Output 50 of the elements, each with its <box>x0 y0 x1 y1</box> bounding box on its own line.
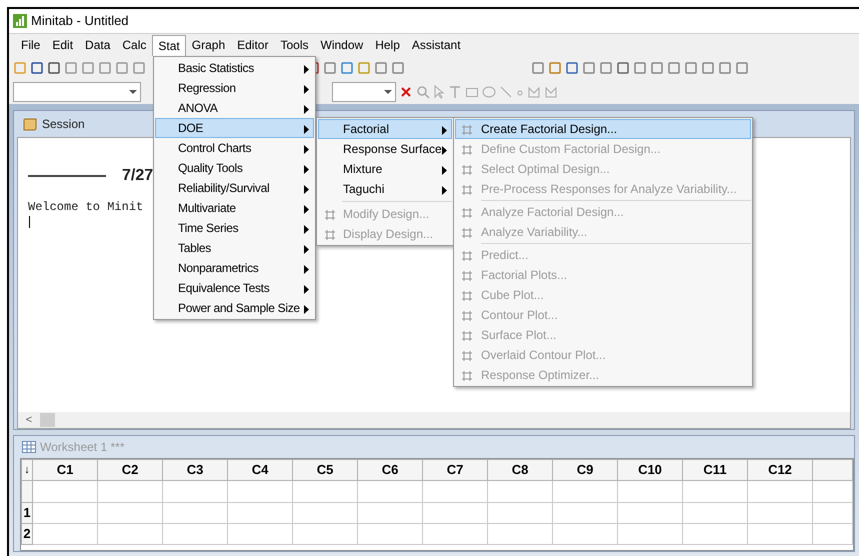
menu-item[interactable]: Basic Statistics <box>155 58 314 78</box>
menu-item[interactable]: DOE <box>155 118 314 138</box>
session-date: 7/27 <box>122 166 154 186</box>
menu-item[interactable]: Regression <box>155 78 314 98</box>
column-header[interactable]: C1 <box>32 460 98 480</box>
window-title: Minitab - Untitled <box>31 12 129 30</box>
session-title: Session <box>42 116 85 133</box>
menu-item[interactable]: Time Series <box>155 218 314 238</box>
row-header[interactable]: 2 <box>22 524 32 544</box>
menu-item[interactable]: Power and Sample Size <box>155 298 314 318</box>
column-header[interactable]: C11 <box>682 460 748 480</box>
menu-item[interactable]: Help <box>369 34 406 56</box>
column-header[interactable]: C8 <box>488 460 552 480</box>
menu-item[interactable]: Graph <box>186 34 232 56</box>
menu-item[interactable]: Factorial <box>318 119 452 139</box>
menu-item[interactable]: Stat <box>152 34 186 56</box>
menu-item[interactable]: File <box>15 34 46 56</box>
menu-item[interactable]: Control Charts <box>155 138 314 158</box>
column-header[interactable]: C5 <box>292 460 358 480</box>
worksheet-title: Worksheet 1 *** <box>40 439 124 456</box>
column-header[interactable]: C3 <box>162 460 228 480</box>
column-header[interactable]: C7 <box>422 460 488 480</box>
column-header[interactable]: C6 <box>358 460 422 480</box>
menu-item[interactable]: Assistant <box>406 34 467 56</box>
column-header[interactable]: C2 <box>98 460 162 480</box>
menu-item[interactable]: Window <box>314 34 370 56</box>
menu-item[interactable]: Data <box>79 34 116 56</box>
scroll-left-button[interactable]: < <box>22 414 36 426</box>
menu-item[interactable]: Response Surface <box>318 139 452 159</box>
welcome-text: Welcome to Minit <box>28 199 144 216</box>
menu-item[interactable]: Taguchi <box>318 179 452 199</box>
column-header[interactable]: C12 <box>748 460 812 480</box>
menu-item[interactable]: Edit <box>46 34 80 56</box>
menu-item[interactable]: Quality Tools <box>155 158 314 178</box>
column-header: ↓ <box>22 460 32 480</box>
menu-item[interactable]: Calc <box>116 34 152 56</box>
menu-item[interactable]: ANOVA <box>155 98 314 118</box>
row-header[interactable]: 1 <box>22 502 32 524</box>
column-header[interactable]: C9 <box>552 460 618 480</box>
menu-item[interactable]: Equivalence Tests <box>155 278 314 298</box>
menu-item[interactable]: Reliability/Survival <box>155 178 314 198</box>
menu-item[interactable]: Tables <box>155 238 314 258</box>
column-header[interactable]: C10 <box>618 460 682 480</box>
menu-item[interactable]: Create Factorial Design... <box>455 119 751 139</box>
menu-item[interactable]: Nonparametrics <box>155 258 314 278</box>
menu-item[interactable]: Editor <box>231 34 274 56</box>
menu-item[interactable]: Multivariate <box>155 198 314 218</box>
column-header[interactable]: C4 <box>228 460 292 480</box>
menu-item[interactable]: Mixture <box>318 159 452 179</box>
menu-item[interactable]: Tools <box>274 34 314 56</box>
